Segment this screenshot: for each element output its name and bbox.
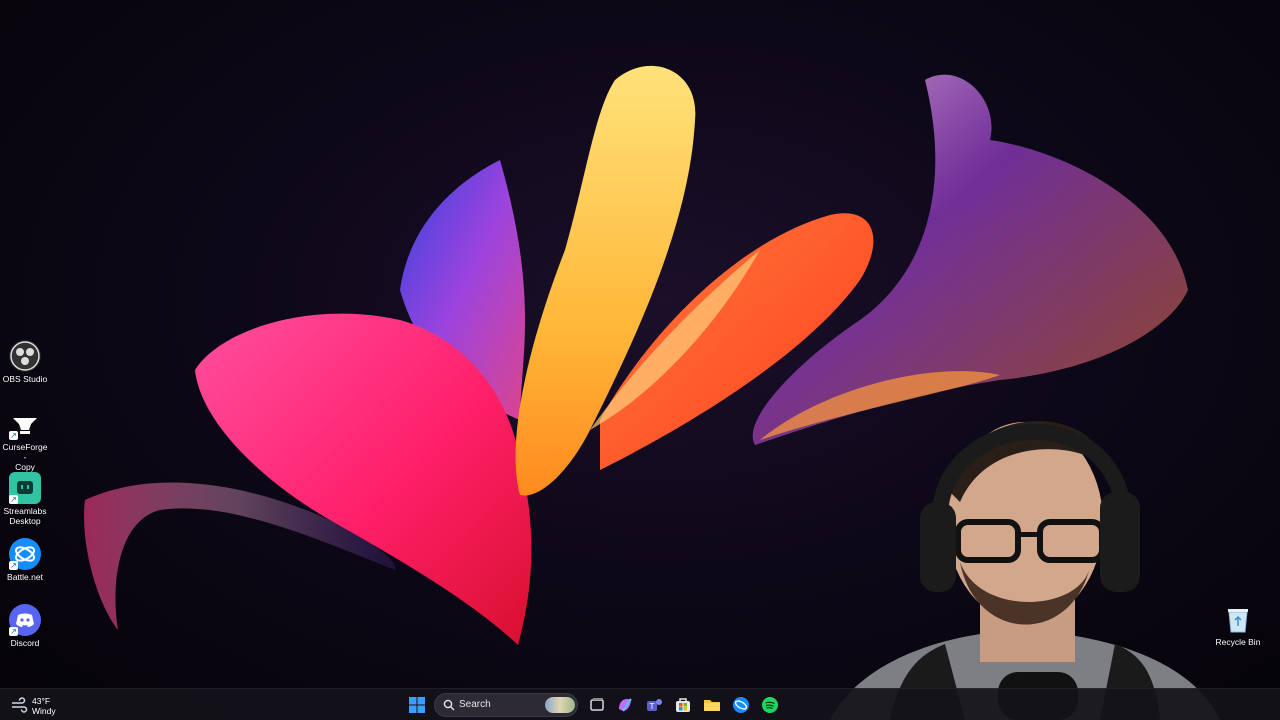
file-explorer-button[interactable]: [701, 694, 723, 716]
recycle-bin-icon: [1225, 606, 1251, 634]
streamlabs-icon: ↗: [9, 472, 41, 504]
teams-icon: T: [647, 699, 662, 711]
desktop-icon-streamlabs[interactable]: ↗ Streamlabs Desktop: [2, 472, 48, 526]
desktop-icon-battlenet[interactable]: ↗ Battle.net: [2, 538, 48, 582]
weather-temp: 43°F: [32, 696, 51, 706]
teams-button[interactable]: T: [643, 694, 665, 716]
desktop-icon-recycle-bin[interactable]: Recycle Bin: [1214, 606, 1262, 647]
desktop-icon-label: Streamlabs: [3, 506, 47, 516]
spotify-icon: [762, 697, 778, 713]
discord-icon: ↗: [9, 604, 41, 636]
shortcut-arrow-icon: ↗: [9, 431, 18, 440]
search-label: Search: [459, 699, 491, 710]
search-icon: [443, 699, 455, 711]
spotify-button[interactable]: [759, 694, 781, 716]
recycle-bin-label: Recycle Bin: [1215, 637, 1261, 647]
desktop-icon-curseforge[interactable]: ↗ CurseForge - Copy: [2, 408, 48, 472]
task-view-button[interactable]: [586, 694, 608, 716]
copilot-icon: [619, 698, 632, 712]
desktop-icon-label-line2: Desktop: [9, 516, 41, 526]
taskbar: 43°F Windy Search T: [0, 688, 1280, 720]
desktop-icon-discord[interactable]: ↗ Discord: [2, 604, 48, 648]
copilot-button[interactable]: [614, 694, 636, 716]
desktop-icon-label-line2: Copy: [15, 462, 35, 472]
obs-icon: [9, 340, 41, 372]
webcam-overlay: [770, 372, 1280, 720]
battlenet-taskbar-icon: [733, 697, 749, 713]
shortcut-arrow-icon: ↗: [9, 627, 18, 636]
weather-condition: Windy: [32, 706, 56, 716]
wind-icon: [12, 697, 28, 713]
store-button[interactable]: [672, 694, 694, 716]
desktop-icon-obs-studio[interactable]: OBS Studio: [2, 340, 48, 384]
desktop: OBS Studio ↗ CurseForge - Copy ↗ Streaml…: [0, 0, 1280, 720]
battlenet-taskbar-button[interactable]: [730, 694, 752, 716]
search-highlight-icon: [545, 697, 575, 713]
store-icon: [676, 698, 690, 712]
start-button[interactable]: [406, 694, 428, 716]
task-view-icon: [590, 698, 604, 711]
file-explorer-icon: [704, 700, 720, 711]
battlenet-icon: ↗: [9, 538, 41, 570]
shortcut-arrow-icon: ↗: [9, 495, 18, 504]
desktop-icon-label: CurseForge -: [2, 442, 48, 462]
desktop-icon-label: OBS Studio: [2, 374, 48, 384]
svg-text:T: T: [649, 702, 655, 711]
curseforge-icon: ↗: [9, 408, 41, 440]
windows-start-icon: [409, 697, 425, 713]
desktop-icon-label: Battle.net: [7, 572, 43, 582]
taskbar-search-box[interactable]: Search: [434, 693, 578, 717]
shortcut-arrow-icon: ↗: [9, 561, 18, 570]
desktop-icon-label: Discord: [10, 638, 40, 648]
